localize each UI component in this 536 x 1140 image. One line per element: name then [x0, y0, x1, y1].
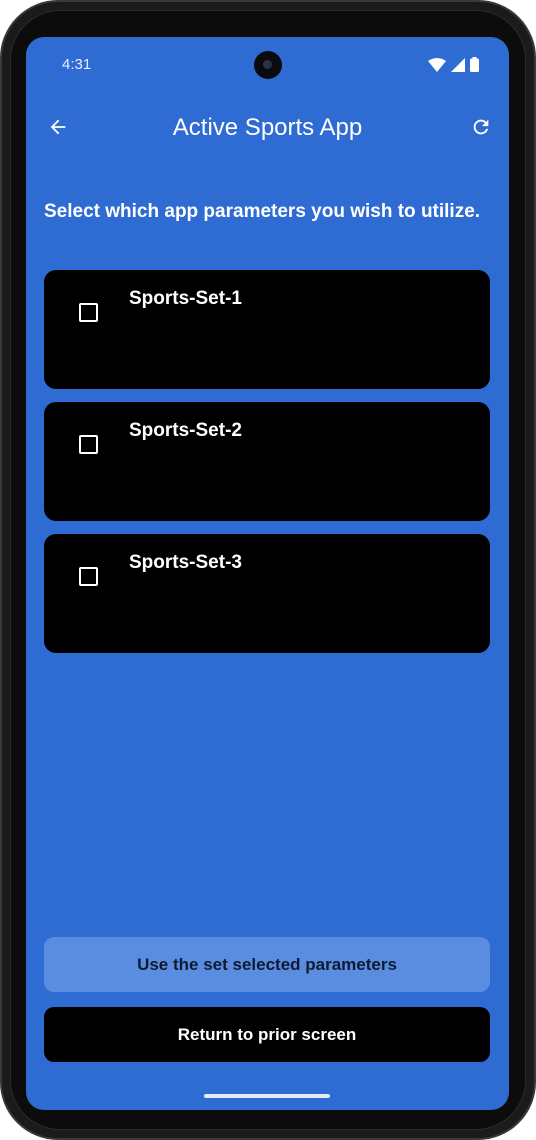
app-screen: 4:31 Active Sports App Select which app …	[26, 37, 509, 1110]
refresh-icon	[470, 116, 492, 143]
set-checkbox-1[interactable]	[79, 303, 98, 322]
status-bar: 4:31	[26, 37, 509, 93]
app-bar: Active Sports App	[26, 101, 509, 157]
use-selected-parameters-button[interactable]: Use the set selected parameters	[44, 937, 490, 992]
parameter-set-list: Sports-Set-1 Sports-Set-2 Sports-Set-3	[44, 270, 490, 666]
status-icons	[428, 57, 479, 77]
set-label-3: Sports-Set-3	[129, 552, 242, 573]
set-label-2: Sports-Set-2	[129, 420, 242, 441]
set-label-1: Sports-Set-1	[129, 288, 242, 309]
app-title: Active Sports App	[172, 114, 363, 141]
return-to-prior-screen-button[interactable]: Return to prior screen	[44, 1007, 490, 1062]
refresh-button[interactable]	[465, 113, 497, 145]
parameter-set-card-1[interactable]: Sports-Set-1	[44, 270, 490, 389]
instruction-text: Select which app parameters you wish to …	[44, 201, 481, 222]
battery-icon	[470, 57, 479, 77]
front-camera	[254, 51, 282, 79]
set-checkbox-2[interactable]	[79, 435, 98, 454]
home-indicator[interactable]	[204, 1094, 330, 1098]
parameter-set-card-2[interactable]: Sports-Set-2	[44, 402, 490, 521]
cellular-signal-icon	[451, 57, 465, 77]
status-time: 4:31	[62, 56, 92, 73]
wifi-icon	[428, 57, 446, 77]
set-checkbox-3[interactable]	[79, 567, 98, 586]
parameter-set-card-3[interactable]: Sports-Set-3	[44, 534, 490, 653]
